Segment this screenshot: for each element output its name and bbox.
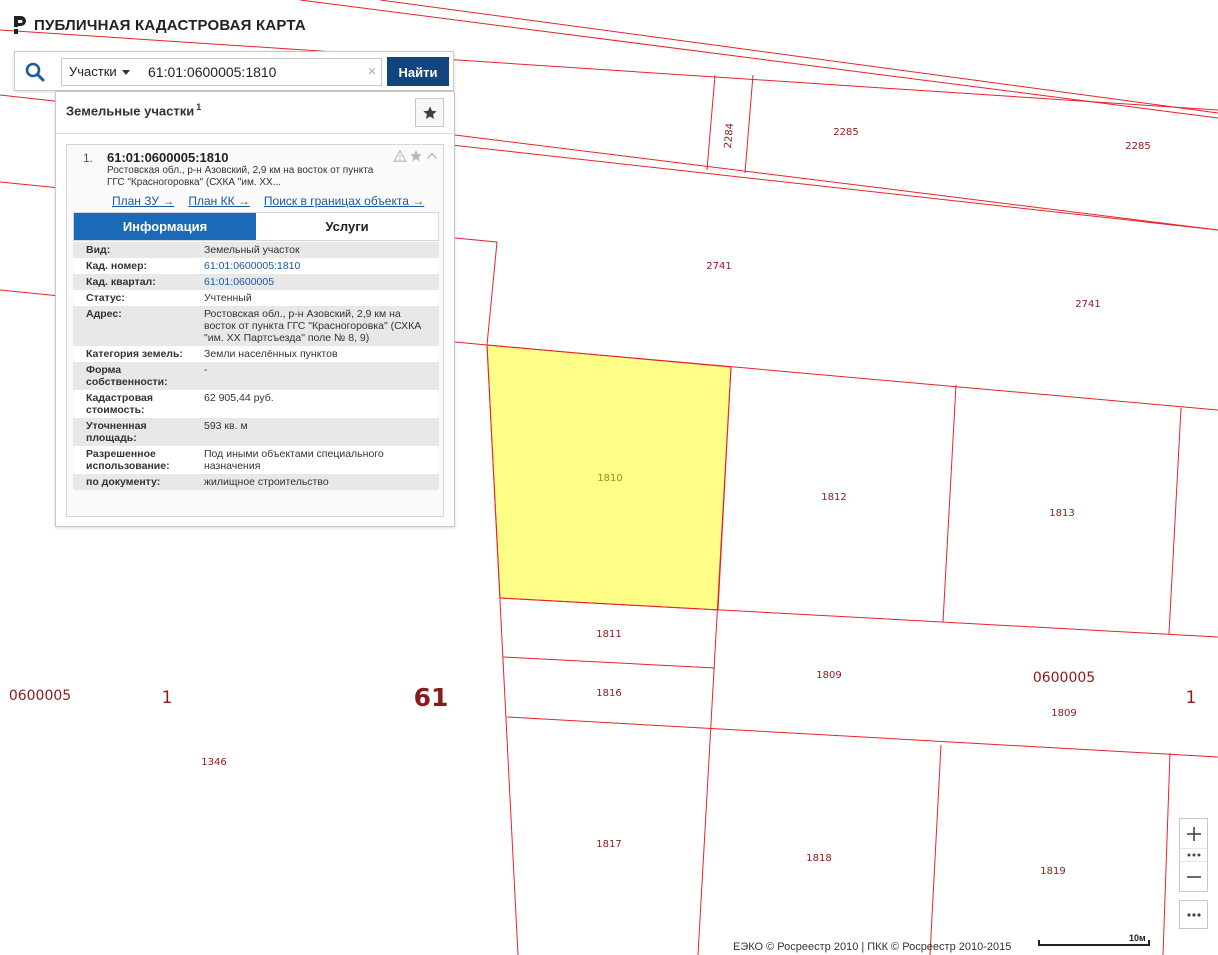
info-value: 62 905,44 руб.: [198, 390, 439, 418]
star-icon: [422, 105, 437, 119]
more-icon: [1186, 912, 1201, 917]
favorites-button[interactable]: [415, 98, 444, 127]
search-icon[interactable]: [23, 60, 47, 84]
info-value: Под иными объектами специального назначе…: [198, 446, 439, 474]
search-input[interactable]: [136, 58, 382, 86]
parcel-label-2285-b: 2285: [1125, 141, 1150, 152]
cad-quarter-link[interactable]: 61:01:0600005: [198, 274, 439, 290]
info-row: по документу: жилищное строительство: [73, 474, 439, 490]
parcel-label-2284: 2284: [723, 123, 736, 149]
quarter-label-left: 0600005: [9, 688, 71, 704]
tab-information[interactable]: Информация: [74, 213, 256, 240]
chevron-up-icon[interactable]: [425, 149, 439, 163]
result-tabs: Информация Услуги: [73, 212, 439, 241]
parcel-label-1819: 1819: [1040, 866, 1065, 877]
parcel-label-1816: 1816: [596, 688, 621, 699]
info-row: Кад. номер: 61:01:0600005:1810: [73, 258, 439, 274]
results-count: 1: [196, 102, 202, 112]
parcel-label-1811: 1811: [596, 629, 621, 640]
result-cad-number[interactable]: 61:01:0600005:1810: [107, 150, 228, 165]
dots-icon: [1187, 853, 1200, 857]
results-title-text: Земельные участки: [66, 103, 195, 119]
plus-icon: [1186, 826, 1201, 841]
info-row: Форма собственности: -: [73, 362, 439, 390]
minus-icon: [1186, 875, 1201, 878]
parcel-label-2741-b: 2741: [1075, 299, 1100, 310]
card-actions: [393, 149, 439, 163]
info-table: Вид: Земельный участок Кад. номер: 61:01:0…: [73, 242, 439, 490]
info-row: Статус: Учтенный: [73, 290, 439, 306]
find-button[interactable]: Найти: [387, 57, 449, 86]
info-row: Уточненная площадь: 593 кв. м: [73, 418, 439, 446]
result-address: Ростовская обл., р-н Азовский, 2,9 км на…: [107, 165, 374, 188]
search-type-label: Участки: [69, 64, 117, 79]
parcel-label-1809-a: 1809: [816, 670, 841, 681]
info-key: Кад. номер:: [73, 258, 198, 274]
result-card: 1. 61:01:0600005:1810 Ростовская обл., р…: [66, 144, 444, 517]
app-header: ПУБЛИЧНАЯ КАДАСТРОВАЯ КАРТА: [12, 14, 306, 36]
search-in-bounds-link[interactable]: Поиск в границах объекта →: [264, 194, 424, 208]
district-label-left: 1: [162, 688, 173, 708]
results-title: Земельные участки 1: [66, 102, 201, 118]
search-type-select[interactable]: Участки: [61, 58, 137, 86]
search-bar: Участки × Найти: [14, 51, 454, 91]
map-attribution: ЕЭКО © Росреестр 2010 | ПКК © Росреестр …: [733, 941, 1012, 953]
info-value: -: [198, 362, 439, 390]
plan-kk-link[interactable]: План КК →: [188, 194, 250, 208]
info-key: по документу:: [73, 474, 198, 490]
info-key: Вид:: [73, 242, 198, 258]
info-value: Земли населённых пунктов: [198, 346, 439, 362]
scale-label: 10м: [1129, 933, 1146, 943]
chevron-down-icon: [122, 70, 130, 75]
info-row: Кадастровая стоимость: 62 905,44 руб.: [73, 390, 439, 418]
info-key: Категория земель:: [73, 346, 198, 362]
info-key: Форма собственности:: [73, 362, 198, 390]
parcel-label-1818: 1818: [806, 853, 831, 864]
info-key: Статус:: [73, 290, 198, 306]
star-outline-icon[interactable]: [409, 149, 423, 163]
clear-icon[interactable]: ×: [364, 63, 380, 81]
parcel-label-1812: 1812: [821, 492, 846, 503]
zoom-control: [1179, 818, 1208, 892]
info-row: Вид: Земельный участок: [73, 242, 439, 258]
parcel-label-1809-b: 1809: [1051, 708, 1076, 719]
parcel-label-1817: 1817: [596, 839, 621, 850]
app-title: ПУБЛИЧНАЯ КАДАСТРОВАЯ КАРТА: [34, 16, 306, 34]
info-row: Разрешенное использование: Под иными объе…: [73, 446, 439, 474]
info-value: жилищное строительство: [198, 474, 439, 490]
info-key: Кадастровая стоимость:: [73, 390, 198, 418]
zoom-in-button[interactable]: [1180, 819, 1207, 848]
tab-services[interactable]: Услуги: [256, 213, 438, 240]
info-key: Кад. квартал:: [73, 274, 198, 290]
region-label: 61: [414, 683, 449, 712]
panel-divider: [56, 133, 454, 134]
zoom-out-button[interactable]: [1180, 862, 1207, 891]
info-value: Земельный участок: [198, 242, 439, 258]
info-key: Разрешенное использование:: [73, 446, 198, 474]
info-row: Адрес: Ростовская обл., р-н Азовский, 2,9…: [73, 306, 439, 346]
plan-zu-link[interactable]: План ЗУ →: [112, 194, 174, 208]
more-options-button[interactable]: [1179, 900, 1208, 929]
parcel-label-1813: 1813: [1049, 508, 1074, 519]
result-item-number: 1.: [83, 151, 94, 165]
info-key: Адрес:: [73, 306, 198, 346]
warning-icon[interactable]: [393, 149, 407, 163]
parcel-label-2285-a: 2285: [833, 127, 858, 138]
parcel-label-2741-a: 2741: [706, 261, 731, 272]
rosreestr-logo-icon: [14, 16, 26, 34]
info-key: Уточненная площадь:: [73, 418, 198, 446]
info-row: Категория земель: Земли населённых пункто…: [73, 346, 439, 362]
info-row: Кад. квартал: 61:01:0600005: [73, 274, 439, 290]
result-links: План ЗУ → План КК → Поиск в границах объ…: [112, 194, 424, 208]
parcel-label-1810: 1810: [597, 473, 622, 484]
district-label-right: 1: [1186, 688, 1197, 708]
zoom-slider[interactable]: [1180, 848, 1207, 862]
cad-number-link[interactable]: 61:01:0600005:1810: [198, 258, 439, 274]
quarter-label-right: 0600005: [1033, 670, 1095, 686]
info-value: Учтенный: [198, 290, 439, 306]
info-value: 593 кв. м: [198, 418, 439, 446]
parcel-label-1346: 1346: [201, 757, 226, 768]
results-panel: Земельные участки 1 1. 61:01:0600005:1810…: [55, 91, 455, 527]
info-value: Ростовская обл., р-н Азовский, 2,9 км на…: [198, 306, 439, 346]
